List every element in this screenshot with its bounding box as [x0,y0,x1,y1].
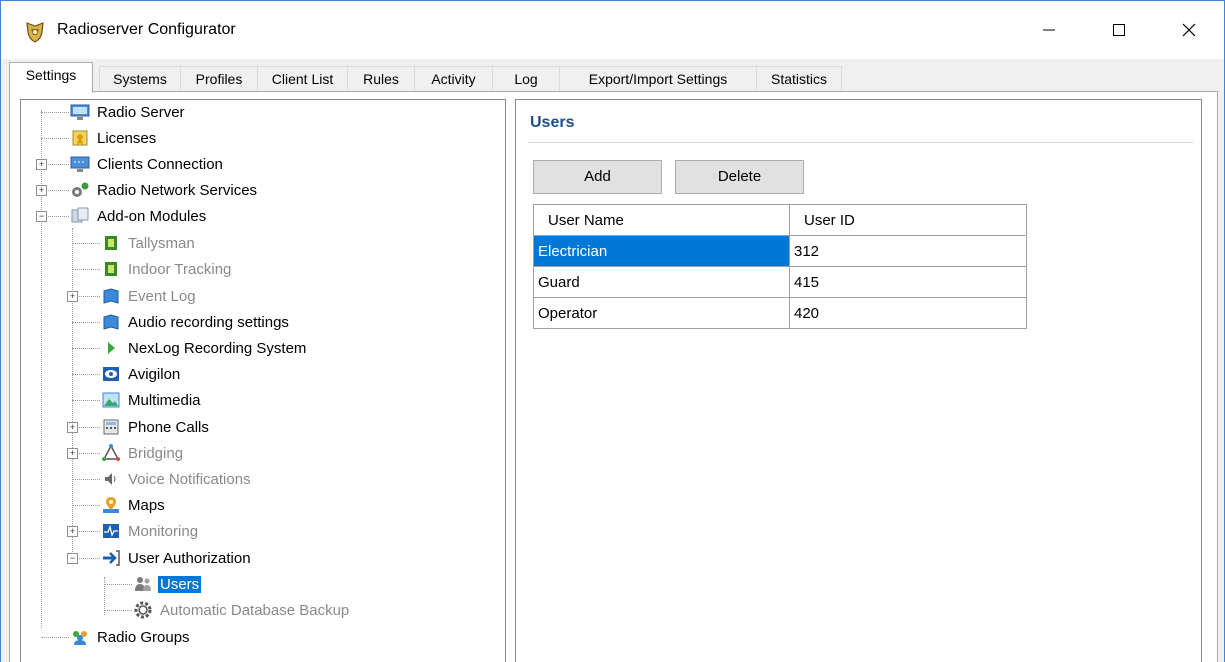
picture-icon [102,392,120,408]
tree-item-clients-connection[interactable]: Clients Connection [69,152,225,176]
tab-settings[interactable]: Settings [9,62,93,93]
tree-item-radio-server[interactable]: Radio Server [69,100,187,124]
modules-icon [71,207,89,223]
table-header-row: User Name User ID [533,204,1027,236]
tree-item-bridging[interactable]: Bridging [100,441,185,465]
login-arrow-icon [103,550,120,566]
app-window: Radioserver Configurator Settings System… [0,0,1225,662]
column-header-user-id[interactable]: User ID [789,204,1027,236]
app-logo-icon [26,22,44,43]
tab-profiles[interactable]: Profiles [180,66,258,92]
table-row[interactable]: Operator 420 [533,297,1027,329]
tab-systems[interactable]: Systems [99,66,181,92]
expand-toggle-icon[interactable]: + [36,185,47,196]
close-icon [1182,23,1196,37]
user-id-cell[interactable]: 415 [789,266,1027,298]
settings-tree[interactable]: + + − + + + + − Radio Server Licenses Cl… [20,99,506,662]
user-name-cell[interactable]: Operator [533,297,790,329]
monitor-icon [70,104,90,120]
tree-item-multimedia[interactable]: Multimedia [100,388,203,412]
user-name-cell[interactable]: Guard [533,266,790,298]
tree-item-user-authorization[interactable]: User Authorization [100,546,253,570]
users-icon [135,577,151,591]
pulse-icon [103,524,119,538]
user-name-cell[interactable]: Electrician [533,235,790,267]
tab-activity[interactable]: Activity [414,66,493,92]
tree-item-indoor-tracking[interactable]: Indoor Tracking [100,257,233,281]
tree-item-phone-calls[interactable]: Phone Calls [100,415,211,439]
tree-item-licenses[interactable]: Licenses [69,126,158,150]
bridge-icon [102,444,120,461]
tree-item-nexlog-recording-system[interactable]: NexLog Recording System [100,336,308,360]
table-row[interactable]: Guard 415 [533,266,1027,298]
minimize-icon [1043,29,1055,31]
phone-icon [103,419,119,435]
chip-icon [105,262,117,276]
users-table[interactable]: User Name User ID Electrician 312 Guard … [533,204,1027,329]
panel-title: Users [530,114,575,131]
expand-toggle-icon[interactable]: + [67,422,78,433]
tab-client-list[interactable]: Client List [257,66,348,92]
map-icon [103,497,119,513]
user-id-cell[interactable]: 312 [789,235,1027,267]
collapse-toggle-icon[interactable]: − [67,553,78,564]
chip-icon [105,236,117,250]
expand-toggle-icon[interactable]: + [67,448,78,459]
tree-item-add-on-modules[interactable]: Add-on Modules [69,204,208,228]
license-icon [72,130,88,146]
column-header-user-name[interactable]: User Name [533,204,790,236]
collapse-toggle-icon[interactable]: − [36,211,47,222]
play-icon [108,342,115,354]
book-icon [103,314,119,330]
eye-icon [103,367,119,381]
tree-item-maps[interactable]: Maps [100,493,167,517]
tab-statistics[interactable]: Statistics [756,66,842,92]
network-icon [70,156,90,172]
speaker-icon [105,473,116,485]
services-icon [72,182,89,197]
users-panel: Users Add Delete User Name User ID Elect… [515,99,1202,662]
group-icon [73,631,87,645]
tree-item-monitoring[interactable]: Monitoring [100,519,200,543]
tab-export-import-settings[interactable]: Export/Import Settings [559,66,757,92]
tab-rules[interactable]: Rules [347,66,415,92]
tree-item-audio-recording-settings[interactable]: Audio recording settings [100,310,291,334]
title-bar[interactable]: Radioserver Configurator [1,1,1224,59]
delete-button[interactable]: Delete [675,160,804,194]
maximize-button[interactable] [1084,1,1154,59]
expand-toggle-icon[interactable]: + [67,526,78,537]
window-title: Radioserver Configurator [57,21,236,38]
table-row[interactable]: Electrician 312 [533,235,1027,267]
tree-item-users[interactable]: Users [132,572,202,596]
tree-item-voice-notifications[interactable]: Voice Notifications [100,467,253,491]
tree-item-radio-groups[interactable]: Radio Groups [69,625,192,649]
user-id-cell[interactable]: 420 [789,297,1027,329]
tree-item-radio-network-services[interactable]: Radio Network Services [69,178,259,202]
tree-item-event-log[interactable]: Event Log [100,284,198,308]
minimize-button[interactable] [1014,1,1084,59]
book-icon [103,288,119,304]
expand-toggle-icon[interactable]: + [36,159,47,170]
close-button[interactable] [1154,1,1224,59]
settings-tab-page: + + − + + + + − Radio Server Licenses Cl… [9,91,1218,662]
expand-toggle-icon[interactable]: + [67,291,78,302]
tree-item-tallysman[interactable]: Tallysman [100,231,197,255]
title-divider [528,142,1193,143]
gear-icon [134,601,152,619]
add-button[interactable]: Add [533,160,662,194]
tab-log[interactable]: Log [492,66,560,92]
maximize-icon [1113,24,1125,36]
tree-item-avigilon[interactable]: Avigilon [100,362,182,386]
tree-item-automatic-database-backup[interactable]: Automatic Database Backup [132,598,351,622]
